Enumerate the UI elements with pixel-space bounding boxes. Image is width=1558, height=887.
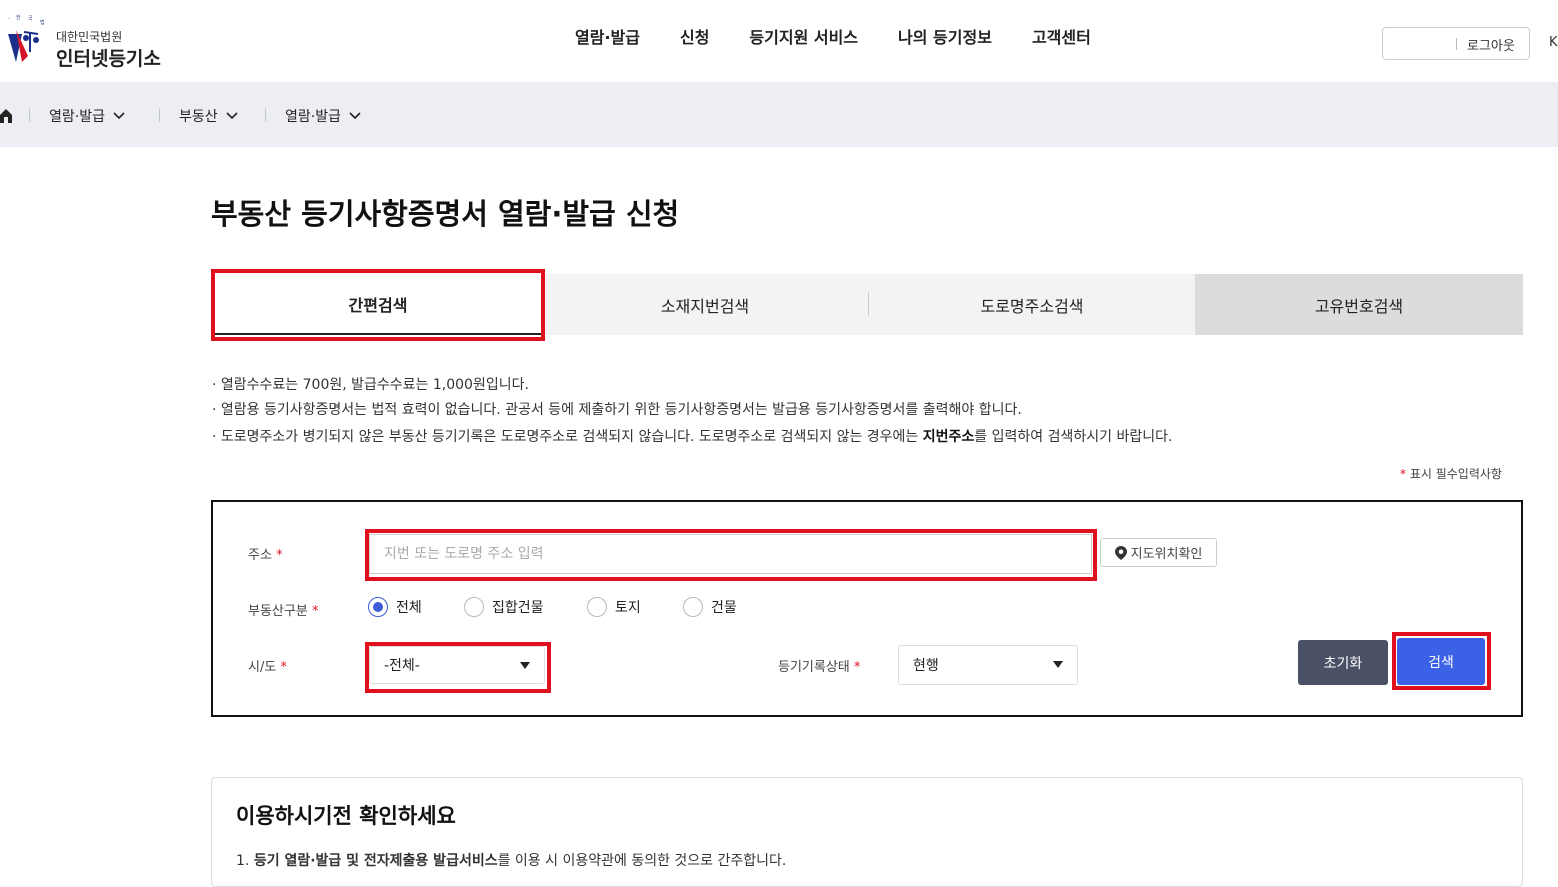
breadcrumb: 열람·발급 부동산 열람·발급 (0, 82, 1558, 147)
tab-lot-number-search[interactable]: 소재지번검색 (541, 274, 869, 335)
chevron-down-icon (113, 112, 125, 120)
logout-button[interactable]: 로그아웃 (1467, 35, 1515, 54)
record-status-label-text: 등기기록상태 (778, 660, 850, 675)
notice-fee: · 열람수수료는 700원, 발급수수료는 1,000원입니다. (212, 377, 529, 393)
required-note-text: 표시 필수입력사항 (1409, 467, 1502, 481)
main-nav: 열람·발급 신청 등기지원 서비스 나의 등기정보 고객센터 (575, 24, 1131, 50)
svg-text:법: 법 (40, 19, 45, 26)
notice-road-address: · 도로명주소가 병기되지 않은 부동산 등기기록은 도로명주소로 검색되지 않… (212, 426, 1172, 446)
caret-down-icon (520, 662, 530, 669)
chevron-down-icon (349, 112, 361, 120)
record-status-select[interactable]: 현행 (898, 645, 1078, 685)
required-star: * (280, 660, 287, 675)
breadcrumb-label: 부동산 (179, 109, 218, 125)
page-title: 부동산 등기사항증명서 열람·발급 신청 (211, 197, 680, 231)
breadcrumb-item-view-issue-sub[interactable]: 열람·발급 (285, 106, 361, 126)
notice-legal-effect: · 열람용 등기사항증명서는 법적 효력이 없습니다. 관공서 등에 제출하기 … (212, 402, 1022, 418)
radio-label: 건물 (711, 600, 737, 616)
logo-title: 인터넷등기소 (56, 48, 161, 70)
radio-type-all[interactable]: 전체 (368, 597, 422, 617)
notice-text: · 도로명주소가 병기되지 않은 부동산 등기기록은 도로명주소로 검색되지 않… (212, 429, 923, 445)
radio-circle-selected (368, 597, 388, 617)
logo-subtitle: 대한민국법원 (56, 30, 123, 44)
court-emblem-icon: · 한 국 법 (8, 15, 45, 62)
property-type-label: 부동산구분 * (248, 600, 318, 619)
usage-guide-card (211, 777, 1523, 887)
usage-guide-item: 1. 등기 열람·발급 및 전자제출용 발급서비스를 이용 시 이용약관에 동의… (236, 850, 786, 870)
breadcrumb-item-view-issue[interactable]: 열람·발급 (49, 106, 125, 126)
map-pin-icon (1114, 545, 1127, 560)
notice-text: 를 입력하여 검색하시기 바랍니다. (974, 429, 1173, 445)
property-type-label-text: 부동산구분 (248, 604, 308, 619)
breadcrumb-label: 열람·발급 (49, 109, 105, 125)
radio-label: 토지 (615, 600, 641, 616)
required-star: * (853, 660, 861, 675)
caret-down-icon (1053, 661, 1063, 668)
nav-item-customer-center[interactable]: 고객센터 (1032, 24, 1091, 50)
breadcrumb-divider (159, 108, 160, 122)
required-star: * (311, 604, 319, 619)
breadcrumb-divider (265, 108, 266, 122)
chevron-down-icon (226, 112, 238, 120)
tab-simple-search[interactable]: 간편검색 (213, 274, 543, 335)
address-label: 주소 * (248, 544, 283, 563)
sido-selected-value: -전체- (384, 658, 420, 674)
notice-bold-text: 지번주소 (922, 429, 975, 445)
record-status-selected-value: 현행 (913, 658, 939, 674)
svg-text:국: 국 (28, 16, 33, 22)
map-button-label: 지도위치확인 (1130, 547, 1203, 562)
required-note: * 표시 필수입력사항 (1400, 465, 1502, 482)
court-logo[interactable]: · 한 국 법 대한민국법원 인터넷등기소 (0, 10, 180, 70)
address-input[interactable] (369, 534, 1092, 574)
radio-type-land[interactable]: 토지 (587, 597, 641, 617)
record-status-label: 등기기록상태 * (778, 656, 860, 675)
breadcrumb-divider (29, 108, 30, 122)
radio-label: 전체 (396, 600, 422, 616)
search-tabs: 간편검색 소재지번검색 도로명주소검색 고유번호검색 (211, 274, 1523, 335)
nav-item-support[interactable]: 등기지원 서비스 (749, 24, 858, 50)
radio-circle (464, 597, 484, 617)
sido-label-text: 시/도 (248, 660, 277, 675)
site-header: · 한 국 법 대한민국법원 인터넷등기소 열람·발급 신청 등기지원 서비스 … (0, 0, 1558, 82)
required-star: * (276, 548, 283, 563)
search-button[interactable]: 검색 (1397, 638, 1485, 685)
user-box: 로그아웃 (1382, 27, 1530, 60)
required-star: * (1400, 467, 1406, 481)
svg-text:한: 한 (16, 15, 21, 21)
home-icon[interactable] (0, 109, 14, 123)
sido-label: 시/도 * (248, 656, 287, 675)
breadcrumb-label: 열람·발급 (285, 109, 341, 125)
usage-guide-title: 이용하시기전 확인하세요 (236, 804, 456, 828)
map-location-button[interactable]: 지도위치확인 (1100, 538, 1217, 567)
address-label-text: 주소 (248, 548, 272, 563)
radio-type-building[interactable]: 건물 (683, 597, 737, 617)
tab-road-address-search[interactable]: 도로명주소검색 (869, 274, 1195, 335)
breadcrumb-item-real-estate[interactable]: 부동산 (179, 106, 238, 126)
tab-unique-number-search[interactable]: 고유번호검색 (1195, 274, 1523, 335)
user-box-divider (1456, 38, 1457, 50)
sido-select[interactable]: -전체- (369, 646, 545, 684)
radio-circle (587, 597, 607, 617)
reset-button[interactable]: 초기화 (1298, 640, 1388, 685)
nav-item-view-issue[interactable]: 열람·발급 (575, 24, 640, 50)
nav-item-apply[interactable]: 신청 (680, 24, 709, 50)
radio-circle (683, 597, 703, 617)
radio-label: 집합건물 (492, 600, 544, 616)
svg-text:·: · (8, 16, 10, 23)
language-toggle[interactable]: K (1549, 35, 1558, 50)
radio-type-collective-building[interactable]: 집합건물 (464, 597, 544, 617)
nav-item-my-info[interactable]: 나의 등기정보 (898, 24, 992, 50)
